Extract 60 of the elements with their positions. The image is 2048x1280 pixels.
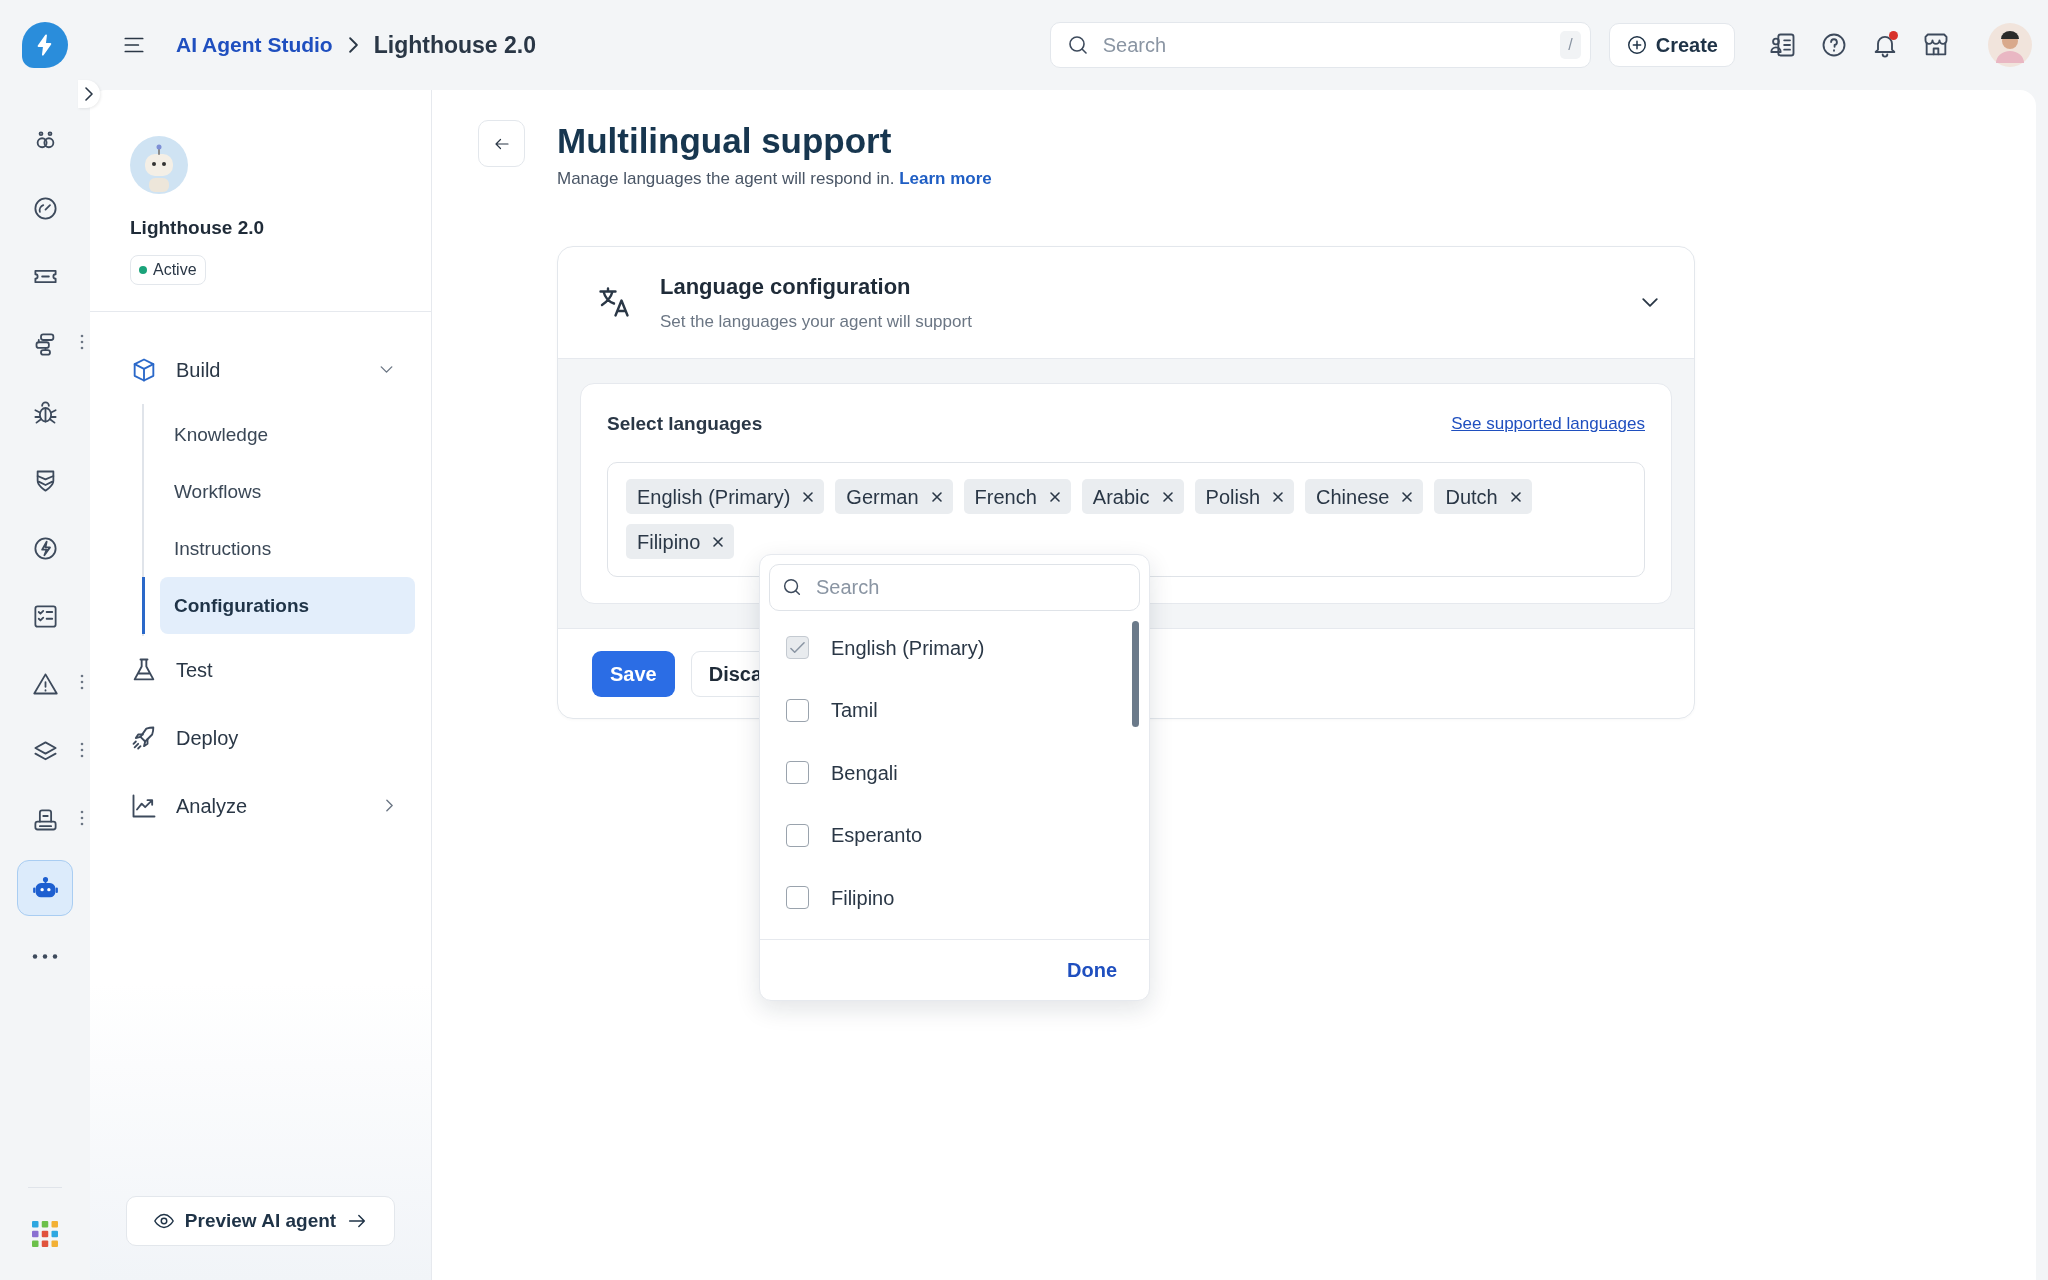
breadcrumb-link[interactable]: AI Agent Studio [176, 29, 333, 61]
breadcrumb-current: Lighthouse 2.0 [373, 30, 536, 60]
checkbox[interactable] [786, 886, 809, 910]
tag-label: Dutch [1445, 484, 1498, 510]
expand-button[interactable] [78, 80, 100, 108]
status-dot [139, 265, 147, 274]
rail-button[interactable] [17, 860, 73, 916]
status-label: Active [153, 259, 197, 280]
language-option[interactable]: Bengali [760, 741, 1149, 804]
agent-name: Lighthouse 2.0 [130, 216, 266, 240]
checkbox[interactable] [786, 761, 809, 785]
tag-label: Arabic [1092, 484, 1150, 510]
apps-icon [32, 1221, 58, 1247]
bug-icon [31, 398, 59, 426]
done-button[interactable]: Done [1067, 955, 1117, 985]
nav-subitem[interactable]: Knowledge [160, 405, 415, 463]
gauge-icon [31, 194, 59, 222]
more-icon [32, 953, 58, 959]
learn-more-link[interactable]: Learn more [899, 169, 992, 188]
save-button[interactable]: Save [592, 650, 675, 697]
nav-subitem[interactable]: Instructions [160, 519, 415, 577]
nav-subitem[interactable]: Configurations [160, 576, 415, 634]
search-field[interactable]: Search [769, 563, 1140, 611]
section-title: Language configuration [660, 272, 912, 301]
checklist-icon [31, 602, 59, 630]
help-icon [1820, 31, 1848, 59]
page-title: Multilingual support [557, 120, 893, 162]
bolt-circle-icon [31, 534, 59, 562]
language-option[interactable]: Esperanto [760, 804, 1149, 867]
scrollbar[interactable] [1132, 620, 1139, 727]
language-option[interactable]: Filipino [760, 866, 1149, 929]
nav-item[interactable]: Build [130, 335, 415, 404]
supported-languages-link[interactable]: See supported languages [1451, 411, 1645, 437]
tag-label: Filipino [637, 529, 701, 555]
chevron-right-icon [85, 87, 93, 101]
tag-label: German [846, 484, 919, 510]
preview-button[interactable]: Preview AI agent [126, 1196, 395, 1246]
nav-subitem[interactable]: Workflows [160, 462, 415, 520]
checkbox[interactable] [786, 823, 809, 847]
checkbox[interactable] [786, 698, 809, 722]
nav-item[interactable]: Deploy [130, 703, 415, 772]
tag-label: Chinese [1316, 484, 1390, 510]
check-icon [790, 640, 805, 656]
plus-circle-icon [1625, 34, 1648, 56]
tag-label: French [974, 484, 1037, 510]
create-button[interactable]: Create [1608, 23, 1735, 67]
chevron-right-icon [348, 37, 358, 53]
section-description: Set the languages your agent will support [660, 310, 973, 333]
page-description: Manage languages the agent will respond in. Learn more [557, 168, 992, 190]
field-label: Select languages [607, 411, 763, 436]
tag-label: English (Primary) [637, 484, 791, 510]
user-avatar [1988, 23, 2032, 67]
shortcut-key: / [1560, 31, 1581, 59]
robot-avatar [130, 136, 188, 194]
logo-icon[interactable] [22, 22, 68, 68]
contacts-icon [1769, 31, 1797, 59]
nav-item[interactable]: Test [130, 635, 415, 704]
nav-item[interactable]: Analyze [130, 771, 415, 840]
tag-label: Polish [1205, 484, 1261, 510]
translate-icon [596, 284, 632, 320]
